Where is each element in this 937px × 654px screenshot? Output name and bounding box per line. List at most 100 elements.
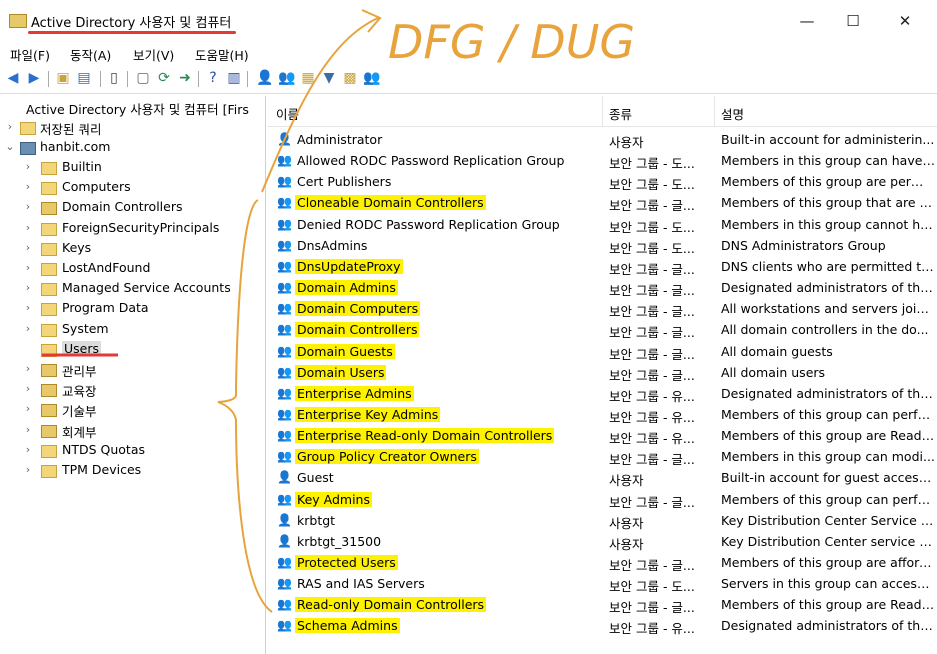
menu-action[interactable]: 동작(A) (70, 45, 111, 64)
chevron-right-icon[interactable]: › (22, 241, 34, 254)
filter-icon[interactable]: ▼ (321, 70, 337, 86)
folder-icon (41, 242, 57, 256)
tree-item[interactable]: › Keys (22, 239, 265, 259)
menu-help[interactable]: 도움말(H) (195, 45, 249, 64)
chevron-right-icon[interactable]: › (4, 120, 16, 133)
menu-file[interactable]: 파일(F) (10, 45, 50, 64)
column-header-description[interactable]: 설명 (721, 104, 744, 123)
forward-arrow-icon[interactable]: ▶ (26, 70, 42, 86)
column-header-name[interactable]: 이름 (276, 104, 299, 123)
list-row[interactable]: 👥 Key Admins 보안 그룹 - 글... Members of this g… (268, 489, 937, 510)
list-row[interactable]: 👤 krbtgt 사용자 Key Distribution Center Servic… (268, 510, 937, 531)
tree-item-saved-queries[interactable]: › 저장된 쿼리 (4, 118, 265, 138)
show-action-pane-icon[interactable]: ▥ (226, 70, 242, 86)
list-row[interactable]: 👥 RAS and IAS Servers 보안 그룹 - 도... Servers … (268, 573, 937, 594)
delegate-control-icon[interactable]: 👥 (363, 70, 380, 86)
list-row[interactable]: 👥 DnsUpdateProxy 보안 그룹 - 글... DNS clients w… (268, 256, 937, 277)
tree-item-domain[interactable]: ⌄ hanbit.com (4, 138, 265, 158)
list-row[interactable]: 👥 Denied RODC Password Replication Group 보… (268, 214, 937, 235)
export-list-icon[interactable]: ➜ (177, 70, 193, 86)
column-header-type[interactable]: 종류 (609, 104, 632, 123)
chevron-right-icon[interactable]: › (22, 402, 34, 415)
chevron-right-icon[interactable]: › (22, 281, 34, 294)
chevron-right-icon[interactable]: › (22, 362, 34, 375)
chevron-right-icon[interactable]: › (22, 221, 34, 234)
chevron-right-icon[interactable]: › (22, 301, 34, 314)
tree-item[interactable]: › System (22, 320, 265, 340)
tree-item[interactable]: › 회계부 (22, 421, 265, 441)
row-description: Servers in this group can access r... (721, 576, 935, 592)
list-row[interactable]: 👥 Cert Publishers 보안 그룹 - 도... Members of t… (268, 171, 937, 192)
chevron-right-icon[interactable]: › (22, 200, 34, 213)
create-group-icon[interactable]: 👥 (278, 70, 295, 86)
chevron-right-icon[interactable]: › (22, 160, 34, 173)
list-row[interactable]: 👥 Schema Admins 보안 그룹 - 유... Designated adm… (268, 615, 937, 636)
chevron-right-icon[interactable]: › (22, 423, 34, 436)
tree-item[interactable]: › Program Data (22, 299, 265, 319)
tree-item[interactable]: › 기술부 (22, 400, 265, 420)
folder-icon (41, 343, 57, 357)
close-button[interactable]: ✕ (882, 8, 928, 34)
maximize-button[interactable]: ☐ (830, 8, 876, 34)
chevron-right-icon[interactable]: › (22, 322, 34, 335)
chevron-right-icon[interactable]: › (22, 443, 34, 456)
chevron-down-icon[interactable]: ⌄ (4, 140, 16, 153)
chevron-right-icon[interactable]: › (22, 261, 34, 274)
copy-icon[interactable]: ▯ (106, 70, 122, 86)
group-icon: 👥 (277, 301, 292, 316)
tree-item[interactable]: › TPM Devices (22, 461, 265, 481)
tree-item[interactable]: › Managed Service Accounts (22, 279, 265, 299)
tree-item[interactable]: › ForeignSecurityPrincipals (22, 219, 265, 239)
create-user-icon[interactable]: 👤 (256, 70, 273, 86)
row-description: Built-in account for administerin... (721, 132, 935, 147)
chevron-right-icon[interactable]: › (22, 180, 34, 193)
chevron-right-icon[interactable]: › (22, 382, 34, 395)
list-row[interactable]: 👤 Administrator 사용자 Built-in account for ad… (268, 129, 937, 150)
group-icon: 👥 (277, 216, 292, 231)
tree-item[interactable]: › LostAndFound (22, 259, 265, 279)
list-row[interactable]: 👥 Enterprise Admins 보안 그룹 - 유... Designated… (268, 383, 937, 404)
list-row[interactable]: 👥 Enterprise Read-only Domain Controllers… (268, 425, 937, 446)
refresh-icon[interactable]: ⟳ (156, 70, 172, 86)
list-row[interactable]: 👥 Allowed RODC Password Replication Group… (268, 150, 937, 171)
row-type: 보안 그룹 - 유... (609, 431, 695, 447)
list-row[interactable]: 👥 Domain Admins 보안 그룹 - 글... Designated adm… (268, 277, 937, 298)
row-type: 보안 그룹 - 글... (609, 261, 695, 277)
menu-view[interactable]: 보기(V) (133, 45, 174, 64)
tree-item[interactable]: Users (22, 340, 265, 360)
column-divider[interactable] (602, 96, 603, 126)
help-icon[interactable]: ? (205, 70, 221, 86)
row-description: Members of this group are afford... (721, 555, 935, 570)
add-to-group-icon[interactable]: ▩ (342, 70, 358, 86)
tree-root-label: Active Directory 사용자 및 컴퓨터 [Firs (26, 102, 249, 117)
list-row[interactable]: 👥 Cloneable Domain Controllers 보안 그룹 - 글..… (268, 192, 937, 213)
list-row[interactable]: 👥 Domain Controllers 보안 그룹 - 글... All domai… (268, 319, 937, 340)
up-folder-icon[interactable]: ▣ (55, 70, 71, 86)
properties-icon[interactable]: ▢ (135, 70, 151, 86)
chevron-right-icon[interactable]: › (22, 463, 34, 476)
tree-item[interactable]: › Computers (22, 178, 265, 198)
list-row[interactable]: 👥 Group Policy Creator Owners 보안 그룹 - 글...… (268, 446, 937, 467)
tree-item[interactable]: › 관리부 (22, 360, 265, 380)
list-row[interactable]: 👥 Protected Users 보안 그룹 - 글... Members of t… (268, 552, 937, 573)
list-row[interactable]: 👤 krbtgt_31500 사용자 Key Distribution Center … (268, 531, 937, 552)
list-row[interactable]: 👥 Domain Users 보안 그룹 - 글... All domain user… (268, 362, 937, 383)
list-row[interactable]: 👥 Domain Computers 보안 그룹 - 글... All worksta… (268, 298, 937, 319)
list-row[interactable]: 👤 Guest 사용자 Built-in account for guest acce… (268, 467, 937, 488)
minimize-button[interactable]: — (784, 8, 830, 34)
list-row[interactable]: 👥 Read-only Domain Controllers 보안 그룹 - 글..… (268, 594, 937, 615)
back-arrow-icon[interactable]: ◀ (5, 70, 21, 86)
tree-item[interactable]: › NTDS Quotas (22, 441, 265, 461)
list-row[interactable]: 👥 Domain Guests 보안 그룹 - 글... All domain gue… (268, 341, 937, 362)
tree-item[interactable]: › 교육장 (22, 380, 265, 400)
list-row[interactable]: 👥 Enterprise Key Admins 보안 그룹 - 유... Member… (268, 404, 937, 425)
column-divider[interactable] (714, 96, 715, 126)
tree-root[interactable]: Active Directory 사용자 및 컴퓨터 [Firs (4, 98, 265, 118)
row-type: 사용자 (609, 515, 644, 531)
list-row[interactable]: 👥 DnsAdmins 보안 그룹 - 도... DNS Administrators… (268, 235, 937, 256)
show-tree-icon[interactable]: ▤ (76, 70, 92, 86)
tree-item[interactable]: › Builtin (22, 158, 265, 178)
tree-item[interactable]: › Domain Controllers (22, 198, 265, 218)
create-ou-icon[interactable]: ▦ (300, 70, 316, 86)
group-icon: 👥 (277, 343, 292, 358)
